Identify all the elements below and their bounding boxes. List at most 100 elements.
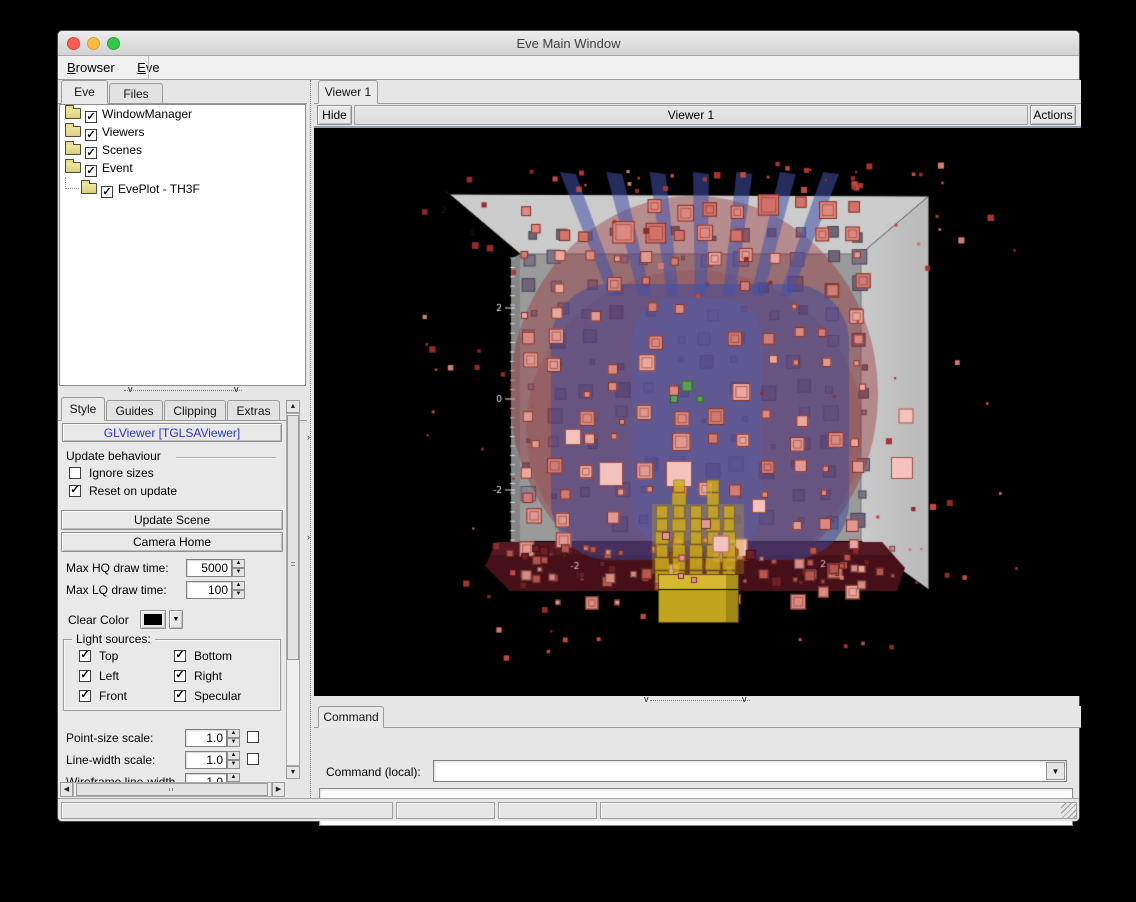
line-width-checkbox[interactable] bbox=[247, 753, 259, 765]
line-width-entry[interactable]: 1.0 bbox=[185, 751, 227, 769]
left-tabbar: Eve Files bbox=[58, 80, 307, 104]
command-input[interactable] bbox=[436, 762, 1042, 780]
combo-dropdown-icon[interactable]: ▼ bbox=[1046, 762, 1065, 780]
color-swatch-black bbox=[144, 614, 162, 625]
style-vertical-scrollbar[interactable]: ▲ ▼ bbox=[286, 400, 300, 780]
folder-icon bbox=[65, 126, 81, 137]
max-lq-label: Max LQ draw time: bbox=[66, 583, 167, 597]
actions-button[interactable]: Actions bbox=[1030, 105, 1076, 125]
tree-item-label: Event bbox=[102, 161, 133, 175]
light-specular-checkbox[interactable] bbox=[174, 690, 186, 702]
status-section-4 bbox=[600, 802, 1077, 819]
point-size-checkbox[interactable] bbox=[247, 731, 259, 743]
update-scene-button[interactable]: Update Scene bbox=[61, 510, 283, 530]
resize-grip[interactable] bbox=[1061, 803, 1076, 818]
light-sources-title: Light sources: bbox=[72, 632, 155, 646]
tree-checkbox[interactable] bbox=[85, 147, 97, 159]
tab-command[interactable]: Command bbox=[318, 706, 384, 728]
light-left-checkbox[interactable] bbox=[79, 670, 91, 682]
scrollbar-thumb[interactable] bbox=[76, 783, 268, 796]
spin-up-icon[interactable]: ▲ bbox=[227, 751, 240, 760]
clear-color-swatch[interactable] bbox=[140, 610, 166, 629]
spin-up-icon[interactable]: ▲ bbox=[227, 773, 240, 782]
update-behaviour-label: Update behaviour bbox=[66, 449, 161, 463]
light-top-label: Top bbox=[99, 649, 118, 663]
status-section-2 bbox=[396, 802, 495, 819]
scroll-right-icon[interactable]: ▶ bbox=[272, 782, 285, 797]
eve-main-window: Eve Main Window Browser Eve Eve Files Wi… bbox=[57, 30, 1080, 822]
glviewer-button[interactable]: GLViewer [TGLSAViewer] bbox=[62, 423, 282, 442]
splitter-chevron-icon: v bbox=[128, 384, 133, 394]
scroll-left-icon[interactable]: ◀ bbox=[60, 782, 73, 797]
left-horizontal-splitter[interactable]: v v bbox=[58, 386, 307, 396]
tab-style[interactable]: Style bbox=[61, 397, 105, 421]
titlebar[interactable]: Eve Main Window bbox=[58, 31, 1079, 56]
main-vertical-splitter[interactable]: › › bbox=[307, 80, 314, 800]
camera-home-button[interactable]: Camera Home bbox=[61, 532, 283, 552]
spin-down-icon[interactable]: ▼ bbox=[232, 590, 245, 599]
max-lq-spinner[interactable]: ▲ ▼ bbox=[232, 581, 245, 599]
light-front-label: Front bbox=[99, 689, 127, 703]
max-hq-entry[interactable]: 5000 bbox=[186, 559, 232, 577]
folder-icon bbox=[81, 183, 97, 194]
max-lq-entry[interactable]: 100 bbox=[186, 581, 232, 599]
scroll-up-icon[interactable]: ▲ bbox=[286, 400, 300, 413]
gl-viewport bbox=[314, 126, 1081, 696]
menu-browser[interactable]: Browser bbox=[58, 56, 124, 80]
ignore-sizes-checkbox[interactable] bbox=[69, 467, 81, 479]
viewer-title-bar: Viewer 1 bbox=[354, 105, 1028, 125]
tab-files[interactable]: Files bbox=[109, 83, 163, 104]
scrollbar-thumb[interactable] bbox=[287, 415, 299, 660]
light-top-checkbox[interactable] bbox=[79, 650, 91, 662]
scroll-down-icon[interactable]: ▼ bbox=[286, 766, 300, 779]
tab-viewer-1[interactable]: Viewer 1 bbox=[318, 80, 378, 104]
folder-icon bbox=[65, 144, 81, 155]
hide-button[interactable]: Hide bbox=[317, 105, 352, 125]
reset-on-update-checkbox[interactable] bbox=[69, 485, 81, 497]
spin-down-icon[interactable]: ▼ bbox=[227, 760, 240, 769]
tab-eve[interactable]: Eve bbox=[61, 80, 108, 104]
light-left-label: Left bbox=[99, 669, 119, 683]
tab-extras[interactable]: Extras bbox=[227, 400, 280, 421]
gl-viewport-canvas[interactable] bbox=[314, 128, 1080, 696]
tab-clipping[interactable]: Clipping bbox=[164, 400, 226, 421]
point-size-spinner[interactable]: ▲ ▼ bbox=[227, 729, 240, 747]
spin-up-icon[interactable]: ▲ bbox=[232, 581, 245, 590]
status-section-3 bbox=[498, 802, 597, 819]
point-size-entry[interactable]: 1.0 bbox=[185, 729, 227, 747]
spin-up-icon[interactable]: ▲ bbox=[227, 729, 240, 738]
light-bottom-checkbox[interactable] bbox=[174, 650, 186, 662]
spin-down-icon[interactable]: ▼ bbox=[232, 568, 245, 577]
viewer-horizontal-splitter[interactable]: v v bbox=[314, 696, 1081, 706]
tree-item-scenes[interactable]: Scenes bbox=[60, 141, 305, 159]
max-hq-label: Max HQ draw time: bbox=[66, 561, 169, 575]
tree-checkbox[interactable] bbox=[85, 165, 97, 177]
max-hq-spinner[interactable]: ▲ ▼ bbox=[232, 559, 245, 577]
line-width-spinner[interactable]: ▲ ▼ bbox=[227, 751, 240, 769]
tree-checkbox[interactable] bbox=[85, 129, 97, 141]
tree-checkbox[interactable] bbox=[101, 186, 113, 198]
light-right-label: Right bbox=[194, 669, 222, 683]
command-combobox[interactable]: ▼ bbox=[433, 760, 1067, 782]
tree-item-label: WindowManager bbox=[102, 107, 192, 121]
tree-item-viewers[interactable]: Viewers bbox=[60, 123, 305, 141]
spin-down-icon[interactable]: ▼ bbox=[227, 738, 240, 747]
splitter-chevron-icon: › bbox=[307, 432, 310, 442]
light-right-checkbox[interactable] bbox=[174, 670, 186, 682]
command-local-label: Command (local): bbox=[326, 765, 421, 779]
style-horizontal-scrollbar[interactable]: ◀ ▶ bbox=[60, 782, 285, 797]
light-front-checkbox[interactable] bbox=[79, 690, 91, 702]
style-panel: GLViewer [TGLSAViewer] Update behaviour … bbox=[58, 421, 286, 783]
clear-color-dropdown[interactable]: ▼ bbox=[169, 610, 183, 629]
splitter-chevron-icon: v bbox=[742, 694, 747, 704]
tree-checkbox[interactable] bbox=[85, 111, 97, 123]
tree-connector bbox=[65, 177, 79, 189]
splitter-chevron-icon: › bbox=[307, 532, 310, 542]
tree-item-event[interactable]: Event bbox=[60, 159, 305, 177]
folder-icon bbox=[65, 108, 81, 119]
tab-guides[interactable]: Guides bbox=[106, 400, 163, 421]
tree-item-eveplot-th3f[interactable]: EvePlot - TH3F bbox=[60, 177, 305, 195]
spin-up-icon[interactable]: ▲ bbox=[232, 559, 245, 568]
light-bottom-label: Bottom bbox=[194, 649, 232, 663]
tree-item-windowmanager[interactable]: WindowManager bbox=[60, 105, 305, 123]
